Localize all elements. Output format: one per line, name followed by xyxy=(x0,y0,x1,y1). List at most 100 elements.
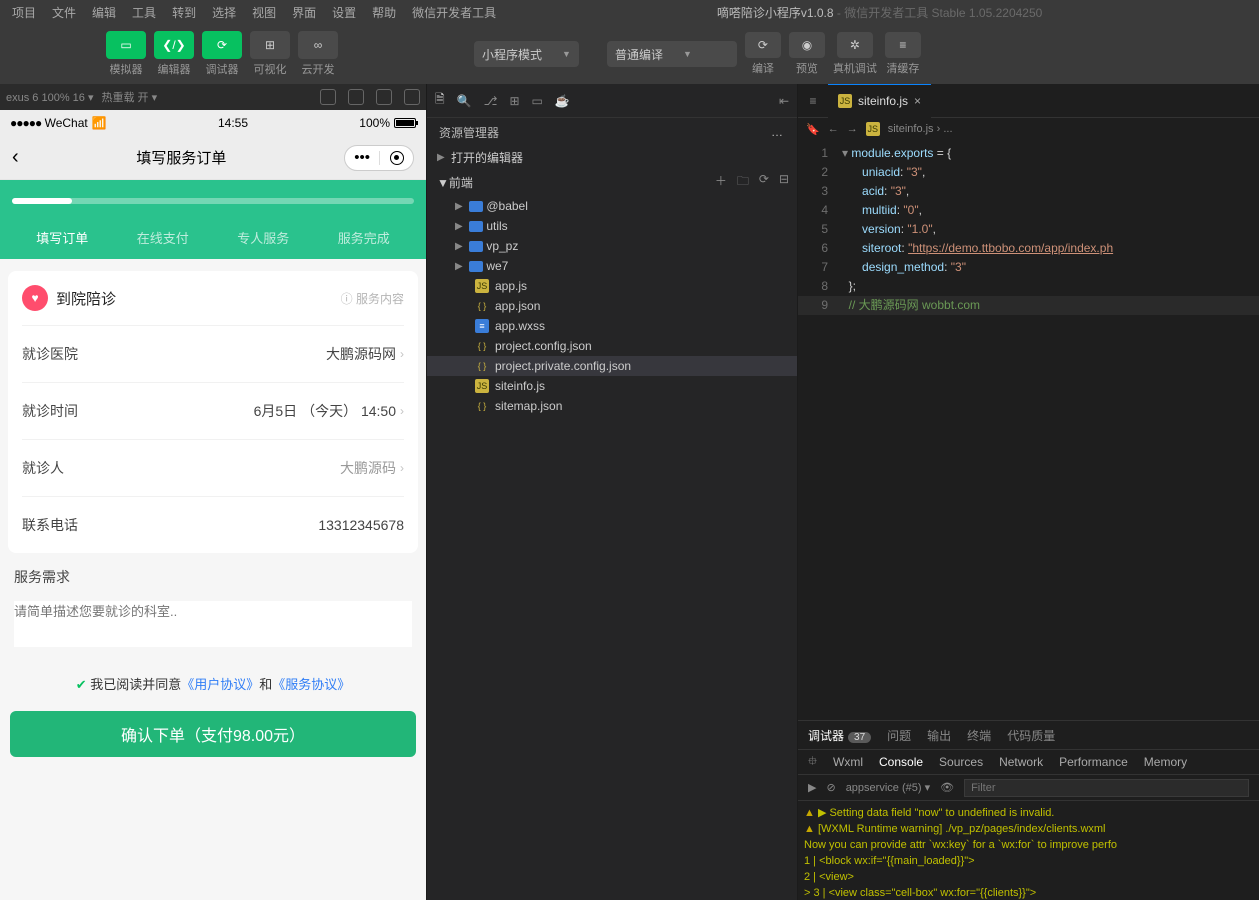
capsule-button[interactable]: ••• xyxy=(344,145,414,171)
more-icon[interactable]: … xyxy=(771,125,785,139)
devtools-tab[interactable]: Memory xyxy=(1144,755,1187,769)
debug-tab[interactable]: 代码质量 xyxy=(1007,727,1055,744)
search-icon[interactable]: 🔍 xyxy=(457,94,472,108)
file-item[interactable]: { }project.private.config.json xyxy=(427,356,797,376)
menu-item[interactable]: 工具 xyxy=(124,6,164,20)
sim-tool-icon[interactable] xyxy=(376,89,392,105)
open-editors-section[interactable]: ▶打开的编辑器 xyxy=(427,146,797,169)
branch-icon[interactable]: ⎇ xyxy=(484,94,498,108)
step-tab[interactable]: 填写订单 xyxy=(12,218,113,259)
visual-button[interactable]: ⊞ xyxy=(250,31,290,59)
collapse-all-icon[interactable]: ⊟ xyxy=(779,172,789,193)
sim-tool-icon[interactable] xyxy=(348,89,364,105)
files-icon[interactable]: 🗎 xyxy=(435,90,445,111)
menu-item[interactable]: 设置 xyxy=(324,6,364,20)
back-icon[interactable]: ‹ xyxy=(12,146,19,169)
play-icon[interactable]: ▶ xyxy=(808,781,816,794)
cloud-button[interactable]: ∞ xyxy=(298,31,338,59)
simulator-button[interactable]: ▭ xyxy=(106,31,146,59)
clear-cache-button[interactable]: ≡ xyxy=(885,32,921,58)
menu-item[interactable]: 视图 xyxy=(244,6,284,20)
collapse-icon[interactable]: ⇤ xyxy=(779,94,789,108)
devtools-tab[interactable]: Sources xyxy=(939,755,983,769)
eye-icon[interactable]: 👁 xyxy=(940,781,954,794)
sim-tool-icon[interactable] xyxy=(404,89,420,105)
clear-icon[interactable]: ⊘ xyxy=(826,781,835,794)
menu-item[interactable]: 编辑 xyxy=(84,6,124,20)
debug-tab[interactable]: 输出 xyxy=(927,727,951,744)
file-item[interactable]: JSapp.js xyxy=(427,276,797,296)
debug-tab[interactable]: 终端 xyxy=(967,727,991,744)
wxss-icon: ≡ xyxy=(475,319,489,333)
compile-button[interactable]: ⟳ xyxy=(745,32,781,58)
menu-item[interactable]: 界面 xyxy=(284,6,324,20)
bookmark-icon[interactable]: 🔖 xyxy=(806,123,820,136)
new-file-icon[interactable]: ＋ xyxy=(715,172,727,193)
main-toolbar: ▭模拟器 ❮/❯编辑器 ⟳调试器 ⊞可视化 ∞云开发 小程序模式▼ 普通编译▼ … xyxy=(0,24,1259,84)
folder-icon xyxy=(469,261,483,272)
refresh-icon[interactable]: ⟳ xyxy=(759,172,769,193)
form-row[interactable]: 就诊医院大鹏源码网› xyxy=(22,326,404,383)
menu-item[interactable]: 项目 xyxy=(4,6,44,20)
console-filter-input[interactable] xyxy=(964,779,1249,797)
step-tab[interactable]: 专人服务 xyxy=(213,218,314,259)
close-icon[interactable]: × xyxy=(914,94,921,108)
debug-tab[interactable]: 调试器37 xyxy=(808,727,871,744)
sim-tool-icon[interactable] xyxy=(320,89,336,105)
preview-button[interactable]: ◉ xyxy=(789,32,825,58)
menu-item[interactable]: 转到 xyxy=(164,6,204,20)
phone-navbar: ‹ 填写服务订单 ••• xyxy=(0,136,426,180)
file-item[interactable]: { }app.json xyxy=(427,296,797,316)
folder-item[interactable]: ▶ utils xyxy=(427,216,797,236)
menu-item[interactable]: 微信开发者工具 xyxy=(404,6,504,20)
form-row[interactable]: 就诊人大鹏源码› xyxy=(22,440,404,497)
devtools-tab[interactable]: Performance xyxy=(1059,755,1128,769)
menu-item[interactable]: 选择 xyxy=(204,6,244,20)
window-titlebar: 项目文件编辑工具转到选择视图界面设置帮助微信开发者工具 嘀嗒陪诊小程序v1.0.… xyxy=(0,0,1259,24)
editor-button[interactable]: ❮/❯ xyxy=(154,31,194,59)
step-tab[interactable]: 服务完成 xyxy=(314,218,415,259)
context-dropdown[interactable]: appservice (#5) ▾ xyxy=(846,781,930,794)
menu-icon[interactable]: ≡ xyxy=(798,94,828,108)
folder-item[interactable]: ▶ @babel xyxy=(427,196,797,216)
js-icon: JS xyxy=(838,94,852,108)
mode-dropdown[interactable]: 小程序模式▼ xyxy=(474,41,579,67)
devtools-tab[interactable]: Console xyxy=(879,755,923,769)
menu-item[interactable]: 帮助 xyxy=(364,6,404,20)
heart-icon: ♥ xyxy=(22,285,48,311)
file-item[interactable]: JSsiteinfo.js xyxy=(427,376,797,396)
console-line: 1 | <block wx:if="{{main_loaded}}"> xyxy=(804,853,1253,869)
real-debug-button[interactable]: ✲ xyxy=(837,32,873,58)
file-item[interactable]: { }sitemap.json xyxy=(427,396,797,416)
inspect-icon[interactable]: ⯐ xyxy=(808,752,817,773)
step-tab[interactable]: 在线支付 xyxy=(113,218,214,259)
ext-icon[interactable]: ⊞ xyxy=(509,94,519,108)
hot-reload-toggle[interactable]: 热重载 开 ▾ xyxy=(101,89,157,105)
section-hint[interactable]: ⓘ 服务内容 xyxy=(341,290,404,307)
chevron-right-icon: › xyxy=(400,347,404,361)
new-folder-icon[interactable]: 🗀 xyxy=(737,172,749,193)
console-line: > 3 | <view class="cell-box" wx:for="{{c… xyxy=(804,885,1253,900)
form-row[interactable]: 就诊时间6月5日 （今天） 14:50› xyxy=(22,383,404,440)
device-selector[interactable]: exus 6 100% 16 ▾ xyxy=(6,91,93,104)
titlebar-app: 嘀嗒陪诊小程序v1.0.8 xyxy=(717,6,834,20)
ext-icon[interactable]: ☕ xyxy=(555,94,570,108)
debugger-button[interactable]: ⟳ xyxy=(202,31,242,59)
ext-icon[interactable]: ▭ xyxy=(532,94,543,108)
editor-breadcrumb[interactable]: 🔖 ←→ JSsiteinfo.js › ... xyxy=(798,118,1259,140)
root-folder[interactable]: ▼前端＋🗀⟳⊟ xyxy=(427,169,797,196)
devtools-tab[interactable]: Wxml xyxy=(833,755,863,769)
service-need-textarea[interactable] xyxy=(14,601,412,647)
menu-item[interactable]: 文件 xyxy=(44,6,84,20)
compile-mode-dropdown[interactable]: 普通编译▼ xyxy=(607,41,737,67)
folder-item[interactable]: ▶ vp_pz xyxy=(427,236,797,256)
submit-button[interactable]: 确认下单（支付98.00元） xyxy=(10,711,416,757)
file-item[interactable]: ≡app.wxss xyxy=(427,316,797,336)
form-row[interactable]: 联系电话13312345678 xyxy=(22,497,404,553)
editor-tab[interactable]: JSsiteinfo.js× xyxy=(828,84,931,118)
file-item[interactable]: { }project.config.json xyxy=(427,336,797,356)
debug-tab[interactable]: 问题 xyxy=(887,727,911,744)
folder-item[interactable]: ▶ we7 xyxy=(427,256,797,276)
agree-line[interactable]: ✔ 我已阅读并同意《用户协议》和《服务协议》 xyxy=(0,664,426,703)
devtools-tab[interactable]: Network xyxy=(999,755,1043,769)
